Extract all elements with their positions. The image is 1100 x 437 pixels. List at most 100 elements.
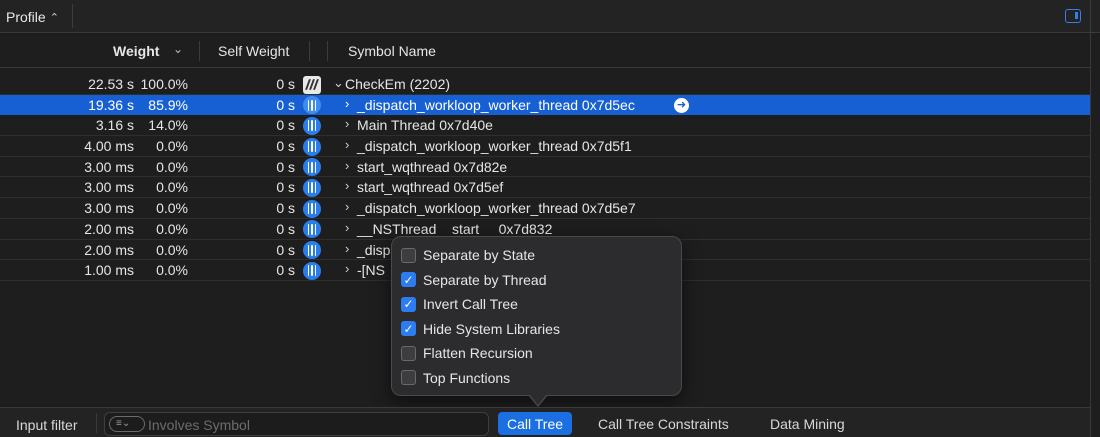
option-label: Separate by State: [423, 247, 536, 263]
weight-percent: 0.0%: [156, 262, 188, 279]
checkbox[interactable]: ✓: [401, 272, 416, 287]
option-label: Invert Call Tree: [423, 296, 518, 312]
option-invert-call-tree[interactable]: ✓ Invert Call Tree: [401, 295, 518, 313]
symbol-name: Main Thread 0x7d40e: [357, 117, 493, 134]
tab-call-tree-constraints[interactable]: Call Tree Constraints: [598, 416, 729, 432]
chevron-right-icon[interactable]: ›: [345, 178, 349, 193]
weight-percent: 0.0%: [156, 200, 188, 217]
column-divider[interactable]: [327, 41, 328, 61]
arrow-right-circle-icon[interactable]: ➜: [674, 97, 689, 113]
chevron-updown-icon: ⌃: [49, 11, 59, 24]
weight-value: 2.00 ms: [84, 220, 134, 237]
symbol-name: _dispatch_workloop_worker_thread 0x7d5ec: [357, 96, 635, 113]
column-header-self-weight[interactable]: Self Weight: [218, 43, 289, 59]
chevron-right-icon[interactable]: ›: [345, 261, 349, 276]
column-header-weight[interactable]: Weight: [113, 43, 159, 59]
symbol-name: _dispatch_workloop_worker_thread 0x7d5e7: [357, 200, 636, 217]
tab-call-tree[interactable]: Call Tree: [498, 412, 573, 435]
column-divider[interactable]: [309, 41, 310, 61]
option-hide-system-libraries[interactable]: ✓ Hide System Libraries: [401, 320, 560, 338]
thread-icon: [303, 199, 321, 218]
option-separate-by-thread[interactable]: ✓ Separate by Thread: [401, 271, 547, 289]
weight-percent: 0.0%: [156, 220, 188, 237]
weight-value: 1.00 ms: [84, 262, 134, 279]
checkbox[interactable]: [401, 370, 416, 385]
option-label: Top Functions: [423, 369, 511, 386]
filter-icon[interactable]: ≡⌄: [109, 416, 145, 432]
filter-input[interactable]: ≡⌄ Involves Symbol: [104, 412, 489, 436]
bottom-bar: Input filter ≡⌄ Involves Symbol Call Tre…: [0, 407, 1090, 437]
tab-data-mining[interactable]: Data Mining: [770, 416, 845, 432]
thread-icon: [303, 96, 321, 115]
table-row[interactable]: 22.53 s 100.0% 0 s ⌄ CheckEm (2202): [0, 74, 1090, 95]
column-header-row: Weight ⌄ Self Weight Symbol Name: [0, 34, 1090, 68]
checkbox[interactable]: ✓: [401, 296, 416, 312]
thread-icon: [303, 178, 321, 197]
chevron-right-icon[interactable]: ›: [345, 241, 349, 256]
weight-percent: 14.0%: [148, 117, 188, 134]
thread-icon: [303, 241, 321, 259]
column-divider[interactable]: [199, 41, 200, 61]
profile-label: Profile: [6, 9, 46, 25]
chevron-down-icon[interactable]: ⌄: [173, 42, 183, 56]
weight-value: 3.00 ms: [84, 179, 134, 196]
self-weight-value: 0 s: [276, 117, 295, 134]
filter-placeholder: Involves Symbol: [148, 417, 250, 433]
symbol-name: _dispatch_workloop_worker_thread 0x7d5f1: [357, 138, 632, 155]
option-label: Hide System Libraries: [423, 320, 560, 337]
toolbar-divider: [72, 4, 73, 28]
table-row[interactable]: 19.36 s 85.9% 0 s › _dispatch_workloop_worke…: [0, 94, 1090, 116]
symbol-name: start_wqthread 0x7d5ef: [357, 179, 504, 196]
table-row[interactable]: 3.00 ms 0.0% 0 s › start_wqthread 0x7d82e: [0, 157, 1090, 178]
table-row[interactable]: 3.00 ms 0.0% 0 s › _dispatch_workloop_worker…: [0, 198, 1090, 219]
checkbox[interactable]: [401, 247, 416, 263]
weight-percent: 0.0%: [156, 179, 188, 196]
chevron-right-icon[interactable]: ›: [345, 137, 349, 152]
symbol-name: CheckEm (2202): [345, 76, 451, 92]
table-row[interactable]: 3.16 s 14.0% 0 s › Main Thread 0x7d40e: [0, 115, 1090, 137]
option-separate-by-state[interactable]: Separate by State: [401, 246, 535, 264]
checkbox[interactable]: [401, 345, 416, 361]
column-header-symbol-name[interactable]: Symbol Name: [348, 43, 436, 59]
profile-popup-button[interactable]: Profile ⌃: [6, 7, 59, 27]
table-row[interactable]: 3.00 ms 0.0% 0 s › start_wqthread 0x7d5ef: [0, 177, 1090, 199]
option-flatten-recursion[interactable]: Flatten Recursion: [401, 344, 533, 362]
self-weight-value: 0 s: [276, 179, 295, 196]
top-toolbar: Profile ⌃: [0, 0, 1100, 33]
weight-percent: 0.0%: [156, 138, 188, 155]
call-tree-options-popover: Separate by State ✓ Separate by Thread ✓ Inv…: [391, 236, 682, 396]
weight-value: 2.00 ms: [84, 241, 134, 258]
thread-icon: [303, 261, 321, 280]
table-row[interactable]: 4.00 ms 0.0% 0 s › _dispatch_workloop_worker…: [0, 136, 1090, 157]
self-weight-value: 0 s: [276, 241, 295, 258]
weight-percent: 0.0%: [156, 241, 188, 258]
chevron-right-icon[interactable]: ›: [345, 116, 349, 131]
chevron-right-icon[interactable]: ›: [345, 158, 349, 173]
self-weight-value: 0 s: [276, 76, 295, 92]
chevron-down-icon[interactable]: ⌄: [333, 75, 344, 91]
option-label: Separate by Thread: [423, 271, 547, 288]
thread-icon: [303, 158, 321, 177]
sidebar-panel-icon[interactable]: [1065, 9, 1081, 23]
option-top-functions[interactable]: Top Functions: [401, 369, 510, 387]
bottom-divider: [96, 413, 97, 433]
self-weight-value: 0 s: [276, 158, 295, 175]
right-pane-divider: [1090, 0, 1091, 437]
weight-value: 3.00 ms: [84, 158, 134, 175]
chevron-right-icon[interactable]: ›: [345, 96, 349, 111]
self-weight-value: 0 s: [276, 138, 295, 155]
self-weight-value: 0 s: [276, 96, 295, 113]
checkbox[interactable]: ✓: [401, 321, 416, 336]
self-weight-value: 0 s: [276, 220, 295, 237]
option-label: Flatten Recursion: [423, 345, 533, 361]
symbol-name: __NSThread__start__ 0x7d832: [357, 220, 553, 237]
chevron-right-icon[interactable]: ›: [345, 199, 349, 214]
weight-percent: 100.0%: [140, 76, 188, 92]
thread-icon: [303, 116, 321, 135]
symbol-name: -[NS: [357, 262, 385, 279]
weight-value: 22.53 s: [88, 76, 134, 92]
weight-value: 3.16 s: [95, 117, 134, 134]
self-weight-value: 0 s: [276, 262, 295, 279]
chevron-right-icon[interactable]: ›: [345, 220, 349, 235]
popover-tail-fill: [529, 394, 547, 405]
